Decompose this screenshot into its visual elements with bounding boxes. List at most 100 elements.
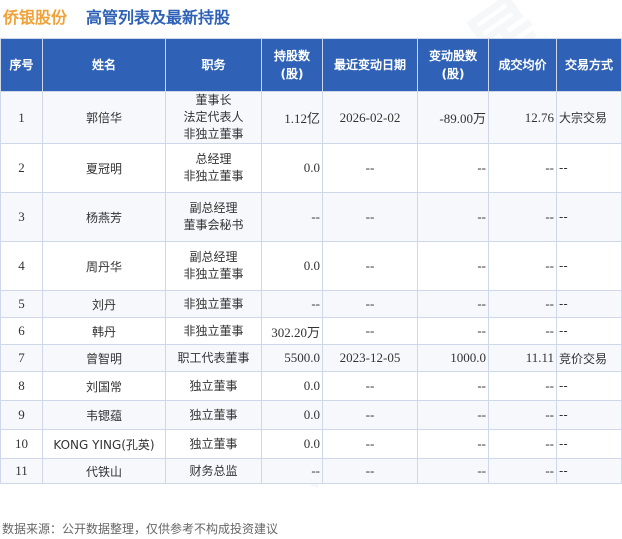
cell-name: 韩丹 xyxy=(42,317,166,345)
table-row: 2 夏冠明 总经理 非独立董事 0.0 -- -- -- -- xyxy=(0,143,622,193)
table-row: 10 KONG YING(孔英) 独立董事 0.0 -- -- -- -- xyxy=(0,429,622,459)
role-line: 财务总监 xyxy=(189,463,238,478)
cell-method: 大宗交易 xyxy=(556,91,622,144)
role-line: 副总经理 xyxy=(189,250,238,264)
cell-date: -- xyxy=(322,371,418,401)
executive-table: 序号 姓名 职务 持股数(股) 最近变动日期 变动股数(股) 成交均价 交易方式… xyxy=(0,38,622,484)
cell-role: 职工代表董事 xyxy=(165,344,262,372)
cell-role: 副总经理 董事会秘书 xyxy=(165,192,262,242)
cell-date: 2023-12-05 xyxy=(322,344,418,372)
cell-role: 副总经理 非独立董事 xyxy=(165,241,262,291)
cell-holding: 5500.0 xyxy=(261,344,323,372)
role-line: 非独立董事 xyxy=(183,296,244,311)
col-header-method: 交易方式 xyxy=(556,38,622,92)
cell-holding: 0.0 xyxy=(261,400,323,430)
cell-date: -- xyxy=(322,317,418,345)
cell-role: 财务总监 xyxy=(165,458,262,484)
cell-change: -- xyxy=(417,400,489,430)
cell-role: 董事长 法定代表人 非独立董事 xyxy=(165,91,262,144)
cell-name: 周丹华 xyxy=(42,241,166,291)
table-row: 9 韦锶蕴 独立董事 0.0 -- -- -- -- xyxy=(0,400,622,430)
page-title: 高管列表及最新持股 xyxy=(86,8,231,27)
cell-method: -- xyxy=(556,192,622,242)
cell-price: -- xyxy=(488,458,557,484)
cell-role: 独立董事 xyxy=(165,429,262,459)
col-header-index: 序号 xyxy=(0,38,43,92)
col-header-price: 成交均价 xyxy=(488,38,557,92)
cell-name: 代铁山 xyxy=(42,458,166,484)
cell-holding: 0.0 xyxy=(261,143,323,193)
cell-price: -- xyxy=(488,371,557,401)
cell-name: 刘丹 xyxy=(42,290,166,318)
role-line: 非独立董事 xyxy=(183,323,244,338)
role-line: 非独立董事 xyxy=(183,267,244,281)
role-line: 董事会秘书 xyxy=(183,218,244,232)
cell-date: 2026-02-02 xyxy=(322,91,418,144)
table-row: 5 刘丹 非独立董事 -- -- -- -- -- xyxy=(0,290,622,318)
cell-price: -- xyxy=(488,317,557,345)
cell-holding: 1.12亿 xyxy=(261,91,323,144)
cell-index: 11 xyxy=(0,458,43,484)
table-header-row: 序号 姓名 职务 持股数(股) 最近变动日期 变动股数(股) 成交均价 交易方式 xyxy=(0,38,622,92)
cell-index: 9 xyxy=(0,400,43,430)
role-line: 总经理 xyxy=(195,152,232,166)
cell-change: -- xyxy=(417,143,489,193)
cell-price: -- xyxy=(488,241,557,291)
cell-index: 2 xyxy=(0,143,43,193)
cell-index: 1 xyxy=(0,91,43,144)
table-row: 1 郭倍华 董事长 法定代表人 非独立董事 1.12亿 2026-02-02 -89.00万 1… xyxy=(0,91,622,144)
cell-method: -- xyxy=(556,371,622,401)
cell-index: 4 xyxy=(0,241,43,291)
cell-index: 6 xyxy=(0,317,43,345)
title-bar: 侨银股份 高管列表及最新持股 xyxy=(0,0,622,32)
cell-index: 8 xyxy=(0,371,43,401)
cell-role: 独立董事 xyxy=(165,371,262,401)
cell-name: 夏冠明 xyxy=(42,143,166,193)
cell-holding: -- xyxy=(261,458,323,484)
cell-role: 非独立董事 xyxy=(165,290,262,318)
cell-date: -- xyxy=(322,429,418,459)
cell-price: -- xyxy=(488,400,557,430)
col-header-holding: 持股数(股) xyxy=(261,38,323,92)
role-line: 非独立董事 xyxy=(183,169,244,183)
table-row: 6 韩丹 非独立董事 302.20万 -- -- -- -- xyxy=(0,317,622,345)
cell-name: 杨燕芳 xyxy=(42,192,166,242)
cell-method: 竞价交易 xyxy=(556,344,622,372)
cell-change: 1000.0 xyxy=(417,344,489,372)
cell-change: -- xyxy=(417,458,489,484)
cell-date: -- xyxy=(322,400,418,430)
cell-holding: 0.0 xyxy=(261,429,323,459)
cell-holding: -- xyxy=(261,192,323,242)
cell-name: KONG YING(孔英) xyxy=(42,429,166,459)
cell-role: 总经理 非独立董事 xyxy=(165,143,262,193)
cell-method: -- xyxy=(556,241,622,291)
cell-date: -- xyxy=(322,241,418,291)
cell-date: -- xyxy=(322,290,418,318)
role-line: 独立董事 xyxy=(189,436,238,451)
table-row: 7 曾智明 职工代表董事 5500.0 2023-12-05 1000.0 11.11 竞价交… xyxy=(0,344,622,372)
role-line: 法定代表人 xyxy=(183,110,244,124)
cell-method: -- xyxy=(556,400,622,430)
company-name: 侨银股份 xyxy=(3,8,68,27)
cell-name: 韦锶蕴 xyxy=(42,400,166,430)
cell-change: -- xyxy=(417,317,489,345)
role-line: 独立董事 xyxy=(189,407,238,422)
cell-role: 非独立董事 xyxy=(165,317,262,345)
cell-change: -- xyxy=(417,192,489,242)
cell-price: -- xyxy=(488,143,557,193)
col-header-role: 职务 xyxy=(165,38,262,92)
cell-method: -- xyxy=(556,143,622,193)
cell-index: 10 xyxy=(0,429,43,459)
cell-change: -- xyxy=(417,429,489,459)
cell-change: -89.00万 xyxy=(417,91,489,144)
cell-role: 独立董事 xyxy=(165,400,262,430)
cell-price: -- xyxy=(488,290,557,318)
cell-change: -- xyxy=(417,290,489,318)
cell-name: 刘国常 xyxy=(42,371,166,401)
cell-date: -- xyxy=(322,192,418,242)
cell-holding: 0.0 xyxy=(261,371,323,401)
cell-holding: -- xyxy=(261,290,323,318)
role-line: 非独立董事 xyxy=(183,127,244,141)
cell-holding: 0.0 xyxy=(261,241,323,291)
cell-price: -- xyxy=(488,429,557,459)
